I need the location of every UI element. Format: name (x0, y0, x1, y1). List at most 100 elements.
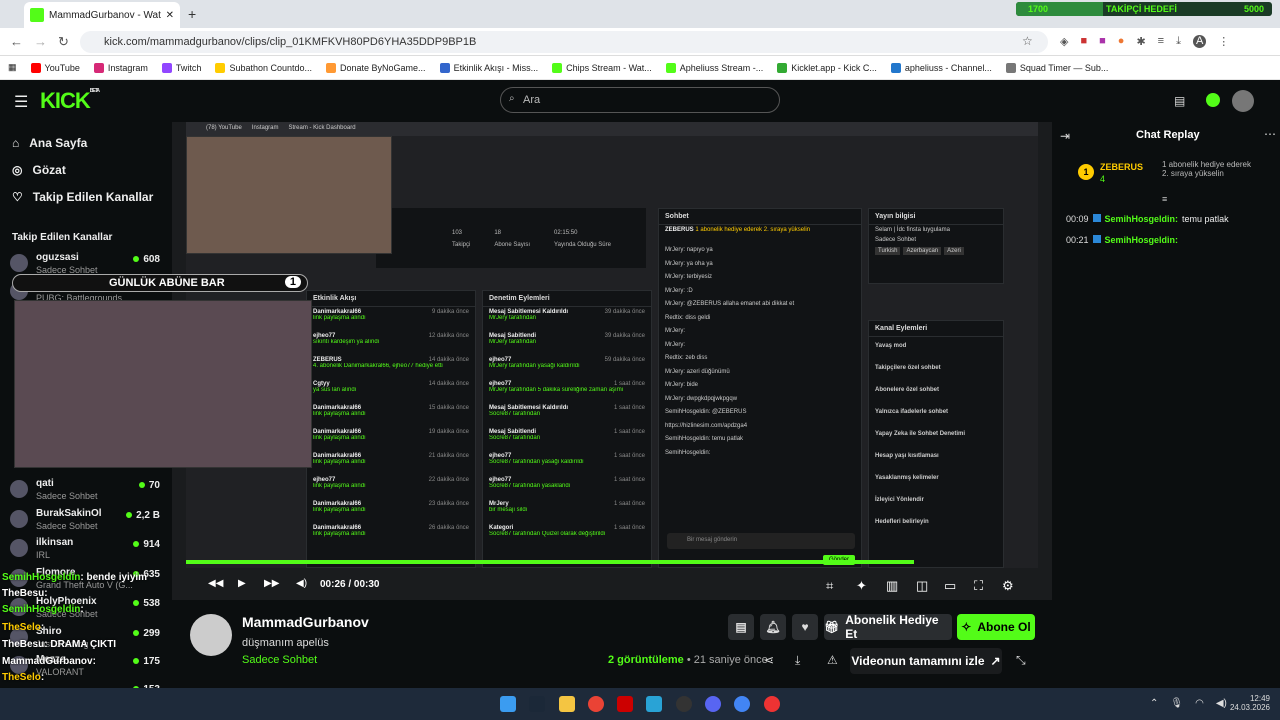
follow-button[interactable]: ♥ (792, 614, 818, 640)
close-tab-icon[interactable]: ✕ (166, 10, 174, 21)
mod-item: Mesaj Sabitlemesi Kaldırıldı 1 saat önce S… (483, 403, 651, 427)
nav-label: Gözat (32, 163, 66, 177)
collapse-icon[interactable]: ⤡ (1016, 653, 1026, 668)
bookmark-youtube[interactable]: YouTube (30, 62, 80, 73)
inner-chat-panel: Sohbet ZEBERUS 1 abonelik hediye ederek … (658, 208, 862, 568)
theater-icon[interactable]: ▭ (944, 578, 956, 594)
volume-icon[interactable]: ◀) (296, 578, 307, 589)
gift-sub-button[interactable]: 🎁︎ Abonelik Hediye Et (824, 613, 952, 641)
rewind-icon[interactable]: ◀◀ (208, 578, 223, 589)
stats-icon[interactable]: ▥ (886, 578, 898, 594)
chevron-up-icon[interactable]: ⌃ (1150, 698, 1158, 709)
search-input[interactable]: ⌕ Ara (500, 87, 780, 113)
mic-icon[interactable]: 🎙︎ (1170, 698, 1183, 709)
app-icon[interactable] (646, 696, 662, 712)
discord-icon[interactable] (705, 696, 721, 712)
extension-icon[interactable]: ■ (1099, 35, 1106, 48)
channel-item[interactable]: ilkinsan IRL 914 (10, 537, 160, 565)
pip-icon[interactable]: ◫ (916, 578, 928, 594)
fullscreen-icon[interactable]: ⛶ (974, 578, 983, 594)
reload-icon[interactable]: ↻ (58, 34, 69, 50)
bookmark-etkinlik[interactable]: Etkinlik Akışı - Miss... (439, 62, 538, 73)
bookmark-apheliuss[interactable]: Apheliuss Stream -... (665, 62, 763, 73)
bookmark-donate[interactable]: Donate ByNoGame... (326, 62, 426, 73)
video-progress-bar[interactable] (186, 560, 915, 564)
download-icon[interactable]: ⤓ (1176, 35, 1181, 48)
bookmark-kicklet[interactable]: Kicklet.app - Kick C... (777, 62, 877, 73)
maps-icon[interactable] (764, 696, 780, 712)
overlay-text: : (44, 588, 48, 599)
browser-tab[interactable]: MammadGurbanov - Watch clip ✕ (24, 2, 180, 28)
windows-start-icon[interactable] (500, 696, 516, 712)
more-options-icon[interactable]: ⋯ (1264, 127, 1276, 141)
channel-item[interactable]: BurakSakinOl Sadece Sohbet 2,2 B (10, 508, 160, 536)
channel-actions-panel: Kanal Eylemleri Yavaş mod Takipçilere öze… (868, 320, 1004, 568)
download-icon[interactable]: ⤓ (795, 653, 800, 668)
extension-icon[interactable]: ■ (1080, 35, 1087, 48)
clip-icon[interactable]: ⌗ (826, 578, 833, 594)
bookmark-chips[interactable]: Chips Stream - Wat... (552, 62, 652, 73)
steam-icon[interactable] (529, 696, 545, 712)
back-icon[interactable]: ← (10, 34, 23, 49)
stat-value: 02:15:50 (554, 230, 578, 236)
forward-icon[interactable]: → (34, 34, 47, 49)
message-user[interactable]: SemihHosgeldin: (1105, 214, 1179, 224)
media-app-icon[interactable] (617, 696, 633, 712)
play-icon[interactable]: ▶ (238, 578, 246, 589)
clip-category[interactable]: Sadece Sohbet (242, 654, 317, 666)
extension-icon[interactable]: ● (1118, 35, 1125, 48)
bookmark-instagram[interactable]: Instagram (93, 62, 148, 73)
menu-icon[interactable]: ⋮ (1218, 35, 1229, 48)
subscribe-button[interactable]: ✧ Abone Ol (957, 614, 1035, 640)
url-field[interactable]: kick.com/mammadgurbanov/clips/clip_01KMF… (80, 31, 1048, 53)
nav-home[interactable]: ⌂ Ana Sayfa (12, 136, 87, 150)
feed-item: Danimarkakral66 26 dakika önce link paylaş… (307, 523, 475, 547)
inner-chat-message: SemihHosgeldin: temu patlak (665, 436, 744, 442)
media-icon[interactable]: ≡ (1158, 35, 1164, 48)
stream-title-text: Selam | İdc finsta luygulama (875, 227, 950, 233)
chrome-icon[interactable] (734, 696, 750, 712)
panel-title: Denetim Eylemleri (483, 291, 651, 307)
user-avatar[interactable] (1232, 90, 1254, 112)
nav-following[interactable]: ♡ Takip Edilen Kanallar (12, 190, 153, 204)
clock[interactable]: 12:49 24.03.2026 (1226, 694, 1270, 712)
forward-icon[interactable]: ▶▶ (264, 578, 279, 589)
shield-icon[interactable]: ◈ (1060, 35, 1068, 48)
collapse-chat-icon[interactable]: ⇥ (1060, 129, 1070, 143)
list-icon: ▤ (735, 620, 747, 634)
inbox-icon[interactable]: ▤ (1174, 94, 1185, 108)
message-user[interactable]: SemihHosgeldin: (1105, 235, 1179, 245)
clip-list-button[interactable]: ▤ (728, 614, 754, 640)
kick-logo[interactable]: KICKBETA (40, 88, 100, 114)
share-icon[interactable]: ⋖ (764, 653, 774, 667)
bookmark-star-icon[interactable]: ☆ (1022, 34, 1033, 48)
viewer-count: 538 (133, 598, 160, 609)
nav-browse[interactable]: ◎ Gözat (12, 163, 66, 177)
folder-icon[interactable] (559, 696, 575, 712)
channel-item[interactable]: qati Sadece Sohbet 70 (10, 478, 160, 506)
apps-icon[interactable]: ▦ (8, 62, 17, 73)
sparkle-icon[interactable]: ✦ (856, 578, 867, 594)
wifi-icon[interactable]: ◠ (1195, 698, 1204, 709)
mod-text: bir mesajı sildi (489, 507, 528, 513)
bookmark-channel[interactable]: apheliuss - Channel... (890, 62, 992, 73)
bookmark-twitch[interactable]: Twitch (161, 62, 201, 73)
profile-avatar[interactable]: A (1192, 35, 1207, 48)
settings-icon[interactable]: ⚙ (1002, 578, 1014, 594)
watch-full-video-button[interactable]: Videonun tamamını izle ↗ (850, 648, 1002, 674)
hamburger-menu-icon[interactable]: ☰ (14, 92, 28, 112)
kick-coin-icon[interactable] (1206, 93, 1220, 107)
channel-avatar[interactable] (190, 614, 232, 656)
bookmark-squad[interactable]: Squad Timer — Sub... (1005, 62, 1108, 73)
channel-name[interactable]: MammadGurbanov (242, 614, 369, 630)
overlay-user: SemihHosgeldin (2, 572, 81, 583)
new-tab-icon[interactable]: + (188, 6, 196, 22)
bookmark-subathon[interactable]: Subathon Countdo... (215, 62, 312, 73)
expand-icon[interactable]: ≡ (1162, 194, 1167, 204)
puzzle-icon[interactable]: ✱ (1136, 35, 1145, 48)
notifications-button[interactable]: 🔔︎ (760, 614, 786, 640)
chrome-icon[interactable] (588, 696, 604, 712)
followed-header: Takip Edilen Kanallar (12, 232, 113, 243)
obs-icon[interactable] (676, 696, 692, 712)
report-icon[interactable]: ⚠ (827, 653, 838, 667)
